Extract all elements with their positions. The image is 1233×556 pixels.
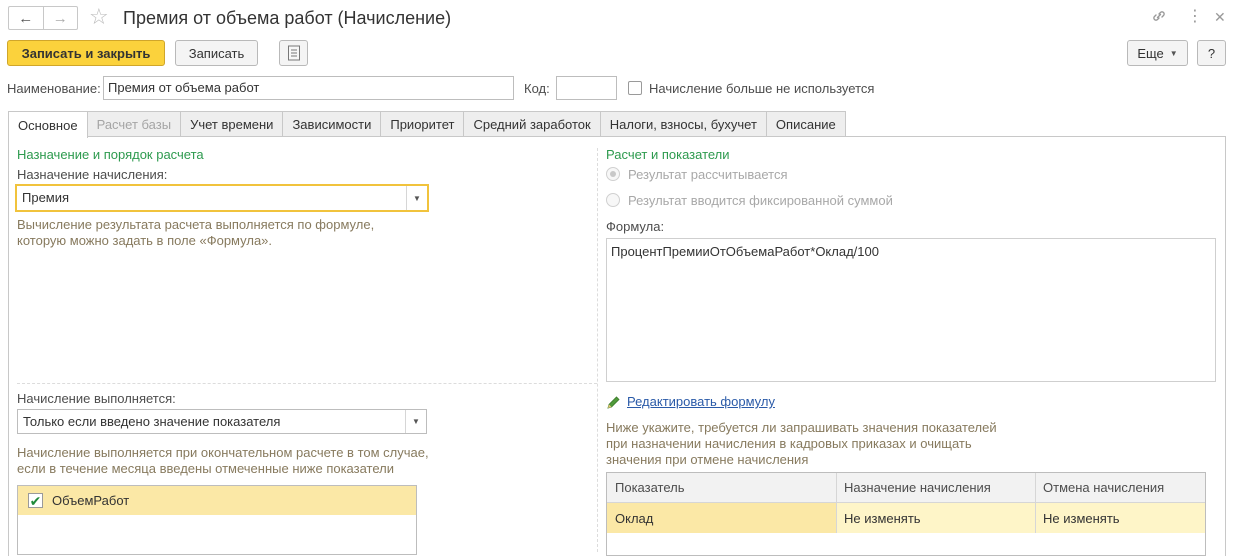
execution-label: Начисление выполняется: [17, 391, 176, 406]
formula-label: Формула: [606, 219, 665, 234]
table-cell[interactable]: Не изменять [836, 503, 1035, 533]
code-label: Код: [524, 81, 550, 96]
tab-base-calculation[interactable]: Расчет базы [86, 111, 182, 137]
more-icon[interactable]: ⋮ [1187, 8, 1203, 26]
table-row[interactable]: Оклад Не изменять Не изменять [607, 503, 1205, 533]
table-cell[interactable]: Не изменять [1035, 503, 1205, 533]
save-button[interactable]: Записать [175, 40, 258, 66]
pencil-icon [606, 395, 621, 413]
save-and-close-button[interactable]: Записать и закрыть [7, 40, 165, 66]
column-header-cancellation[interactable]: Отмена начисления [1035, 473, 1205, 502]
tab-main[interactable]: Основное [8, 111, 88, 138]
list-item[interactable]: ✔ ОбъемРабот [18, 486, 416, 515]
dropdown-arrow-icon: ▼ [1169, 48, 1178, 58]
section-separator [17, 383, 597, 384]
code-input[interactable] [556, 76, 617, 100]
indicators-hint-line-1: Ниже укажите, требуется ли запрашивать з… [606, 420, 997, 435]
close-icon[interactable]: ✕ [1214, 8, 1226, 26]
tab-description[interactable]: Описание [765, 111, 846, 137]
indicators-list: ✔ ОбъемРабот [17, 485, 417, 555]
execution-select-value: Только если введено значение показателя [23, 414, 281, 429]
document-list-icon [287, 45, 300, 61]
purpose-select-value: Премия [22, 190, 70, 205]
radio-calculated [606, 167, 620, 181]
report-button[interactable] [279, 40, 308, 66]
tab-dependencies[interactable]: Зависимости [282, 111, 382, 137]
chevron-down-icon[interactable]: ▼ [406, 186, 427, 210]
tab-priority[interactable]: Приоритет [380, 111, 465, 137]
forward-icon[interactable]: → [42, 7, 78, 29]
name-input[interactable]: Премия от объема работ [103, 76, 514, 100]
star-icon[interactable]: ☆ [89, 5, 109, 29]
purpose-select[interactable]: Премия ▼ [15, 184, 429, 212]
column-header-indicator[interactable]: Показатель [607, 473, 836, 502]
purpose-section-title: Назначение и порядок расчета [17, 147, 204, 162]
back-icon[interactable]: ← [9, 7, 43, 29]
indicators-table: Показатель Назначение начисления Отмена … [606, 472, 1206, 556]
radio-fixed-label: Результат вводится фиксированной суммой [628, 193, 893, 208]
tab-taxes[interactable]: Налоги, взносы, бухучет [599, 111, 767, 137]
indicator-label: ОбъемРабот [52, 493, 130, 508]
execution-hint-line-2: если в течение месяца введены отмеченные… [17, 461, 394, 476]
execution-select[interactable]: Только если введено значение показателя … [17, 409, 427, 434]
more-actions-button[interactable]: Еще ▼ [1127, 40, 1188, 66]
formula-textarea[interactable]: ПроцентПремииОтОбъемаРабот*Оклад/100 [606, 238, 1216, 382]
unused-checkbox[interactable] [628, 81, 642, 95]
purpose-hint-line-1: Вычисление результата расчета выполняетс… [17, 217, 375, 232]
help-button[interactable]: ? [1197, 40, 1226, 66]
name-label: Наименование: [7, 81, 101, 96]
table-cell[interactable]: Оклад [607, 503, 836, 533]
column-divider [1035, 473, 1036, 533]
edit-formula-link[interactable]: Редактировать формулу [627, 394, 775, 409]
tab-time-accounting[interactable]: Учет времени [180, 111, 284, 137]
tab-bar: Основное Расчет базы Учет времени Зависи… [8, 111, 846, 138]
more-actions-label: Еще [1137, 45, 1164, 61]
radio-fixed [606, 193, 620, 207]
unused-label: Начисление больше не используется [649, 81, 875, 96]
purpose-label: Назначение начисления: [17, 167, 168, 182]
radio-calculated-label: Результат рассчитывается [628, 167, 788, 182]
execution-hint-line-1: Начисление выполняется при окончательном… [17, 445, 429, 460]
tab-average-earnings[interactable]: Средний заработок [463, 111, 601, 137]
indicators-hint-line-3: значения при отмене начисления [606, 452, 809, 467]
link-icon[interactable] [1151, 8, 1167, 29]
calc-section-title: Расчет и показатели [606, 147, 730, 162]
column-divider [836, 473, 837, 533]
indicators-hint-line-2: при назначении начисления в кадровых при… [606, 436, 972, 451]
chevron-down-icon[interactable]: ▼ [405, 410, 426, 433]
navigation-buttons: ← → [8, 6, 78, 30]
checkmark-icon[interactable]: ✔ [28, 493, 43, 508]
table-header: Показатель Назначение начисления Отмена … [607, 473, 1205, 503]
purpose-hint-line-2: которую можно задать в поле «Формула». [17, 233, 273, 248]
window-title: Премия от объема работ (Начисление) [123, 8, 452, 28]
column-header-assignment[interactable]: Назначение начисления [836, 473, 1035, 502]
column-separator [597, 148, 598, 552]
